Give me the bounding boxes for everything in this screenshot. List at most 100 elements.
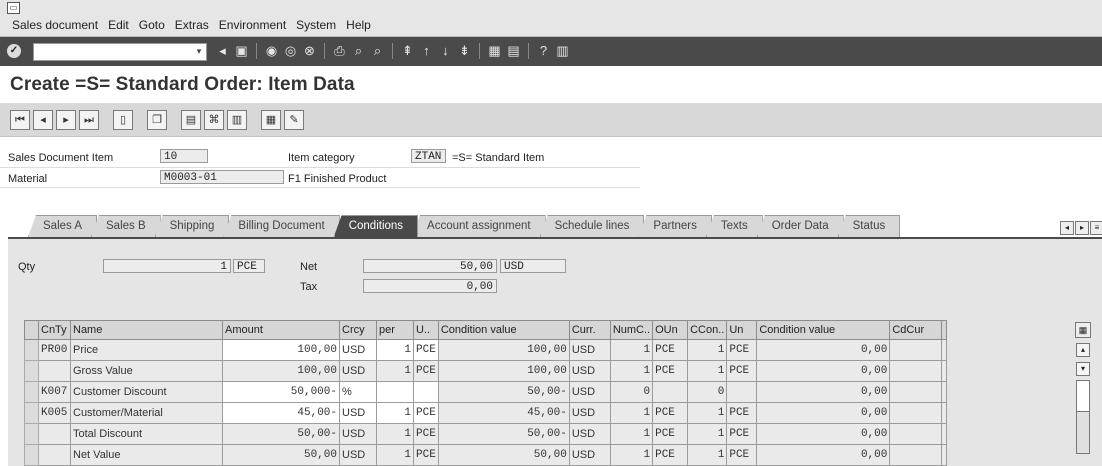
last-page-icon[interactable]: ⇟ <box>457 42 472 59</box>
menu-item[interactable]: System <box>296 18 336 32</box>
table-cell[interactable]: 50,000- <box>222 381 340 403</box>
command-input[interactable] <box>34 47 190 61</box>
column-header[interactable]: per <box>376 320 414 340</box>
select-all-cell[interactable] <box>24 320 39 340</box>
tab-account-assignment[interactable]: Account assignment <box>412 215 546 237</box>
change-history-icon[interactable]: ✎ <box>284 110 304 130</box>
table-row[interactable]: Total Discount 50,00- USD 1 PCE 50,00- USD 1 PCE… <box>24 423 948 445</box>
back-arrow-icon[interactable]: ◂ <box>215 42 230 59</box>
scroll-track[interactable] <box>1076 380 1090 454</box>
qty-unit-field[interactable]: PCE <box>233 259 265 273</box>
save-icon[interactable]: ▣ <box>234 42 249 59</box>
column-header[interactable]: Un <box>726 320 758 340</box>
table-vertical-scrollbar[interactable]: ▦ ▴ ▾ <box>1075 322 1091 464</box>
column-header[interactable]: Curr. <box>568 320 611 340</box>
scroll-up-icon[interactable]: ▴ <box>1076 343 1090 357</box>
row-selector[interactable] <box>24 360 39 382</box>
display-document-flow-icon[interactable]: ⌘ <box>204 110 224 130</box>
table-row[interactable]: Net Value 50,00 USD 1 PCE 50,00 USD 1 PCE 1 PCE 0,0… <box>24 444 948 466</box>
command-history-icon[interactable]: ▾ <box>194 45 204 58</box>
tab-shipping[interactable]: Shipping <box>154 215 230 237</box>
menu-item[interactable]: Sales document <box>12 18 98 32</box>
material-field[interactable]: M0003-01 <box>160 170 284 184</box>
table-row[interactable]: K005 Customer/Material 45,00- USD 1 PCE 45,00-… <box>24 402 948 424</box>
table-cell[interactable] <box>376 381 414 403</box>
menu-item[interactable]: Environment <box>219 18 286 32</box>
table-cell[interactable]: 1 <box>376 339 414 361</box>
column-header[interactable]: Condition value <box>756 320 891 340</box>
menu-item[interactable]: Help <box>346 18 371 32</box>
scroll-thumb[interactable] <box>1077 381 1089 412</box>
previous-page-icon[interactable]: ↑ <box>419 42 434 59</box>
next-page-icon[interactable]: ↓ <box>438 42 453 59</box>
tab-scroll-right-icon[interactable]: ▸ <box>1075 221 1089 235</box>
copy-icon[interactable]: ❐ <box>147 110 167 130</box>
column-header[interactable]: U.. <box>413 320 439 340</box>
column-header[interactable]: Crcy <box>339 320 377 340</box>
tab-billing-document[interactable]: Billing Document <box>223 215 340 237</box>
table-settings-icon[interactable]: ▦ <box>1075 322 1091 338</box>
tab-scroll-left-icon[interactable]: ◂ <box>1060 221 1074 235</box>
enter-check-icon[interactable]: ✓ <box>7 44 21 58</box>
table-cell[interactable]: USD <box>339 402 377 424</box>
help-icon[interactable]: ? <box>536 42 551 59</box>
tab-schedule-lines[interactable]: Schedule lines <box>539 215 645 237</box>
layout-menu-icon[interactable]: ▥ <box>555 42 570 59</box>
last-item-icon[interactable]: ⏭ <box>79 110 99 130</box>
back-icon[interactable]: ◉ <box>264 42 279 59</box>
find-icon[interactable]: ⌕ <box>351 42 366 59</box>
row-selector[interactable] <box>24 381 39 403</box>
tab-sales-b[interactable]: Sales B <box>91 215 161 237</box>
scroll-down-icon[interactable]: ▾ <box>1076 362 1090 376</box>
table-row[interactable]: PR00 Price 100,00 USD 1 PCE 100,00 USD 1 PCE 1 PCE 0… <box>24 339 948 361</box>
column-header[interactable]: OUn <box>652 320 689 340</box>
sales-doc-item-field[interactable]: 10 <box>160 149 208 163</box>
tab-list-icon[interactable]: ≡ <box>1090 221 1102 235</box>
cancel-icon[interactable]: ⊗ <box>302 42 317 59</box>
menu-item[interactable]: Goto <box>139 18 165 32</box>
table-cell[interactable]: PCE <box>413 402 439 424</box>
column-header[interactable]: Name <box>70 320 223 340</box>
tab-sales-a[interactable]: Sales A <box>28 215 97 237</box>
command-field[interactable]: ▾ <box>33 43 207 61</box>
condition-analysis-icon[interactable]: ▦ <box>261 110 281 130</box>
row-selector[interactable] <box>24 444 39 466</box>
table-row[interactable]: Gross Value 100,00 USD 1 PCE 100,00 USD 1 PCE 1 PC… <box>24 360 948 382</box>
table-cell[interactable] <box>413 381 439 403</box>
first-item-icon[interactable]: ⏮ <box>10 110 30 130</box>
row-selector[interactable] <box>24 339 39 361</box>
previous-item-icon[interactable]: ◂ <box>33 110 53 130</box>
exit-icon[interactable]: ◎ <box>283 42 298 59</box>
item-category-field[interactable]: ZTAN <box>411 149 446 163</box>
tab-conditions[interactable]: Conditions <box>333 215 419 237</box>
table-cell[interactable]: PCE <box>413 339 439 361</box>
tab-partners[interactable]: Partners <box>638 215 712 237</box>
first-page-icon[interactable]: ⇞ <box>400 42 415 59</box>
row-selector[interactable] <box>24 423 39 445</box>
column-header[interactable]: CnTy <box>38 320 71 340</box>
menu-item[interactable]: Edit <box>108 18 129 32</box>
header-details-icon[interactable]: ▤ <box>181 110 201 130</box>
delete-icon[interactable]: ▯ <box>113 110 133 130</box>
column-header[interactable]: CdCur <box>889 320 943 340</box>
table-cell[interactable]: 100,00 <box>222 339 340 361</box>
qty-field[interactable]: 1 <box>103 259 231 273</box>
row-selector[interactable] <box>24 402 39 424</box>
table-cell[interactable]: USD <box>339 339 377 361</box>
tab-order-data[interactable]: Order Data <box>756 215 844 237</box>
window-menu-icon[interactable]: ▭ <box>7 2 20 14</box>
table-row[interactable]: K007 Customer Discount 50,000-% 50,00- USD 0 0… <box>24 381 948 403</box>
table-cell[interactable]: 45,00- <box>222 402 340 424</box>
find-next-icon[interactable]: ⌕ <box>370 42 385 59</box>
print-icon[interactable]: ⎙ <box>332 42 347 59</box>
status-overview-icon[interactable]: ▥ <box>227 110 247 130</box>
table-cell[interactable]: % <box>339 381 377 403</box>
column-header[interactable]: NumC.. <box>609 320 654 340</box>
menu-item[interactable]: Extras <box>175 18 209 32</box>
column-header[interactable]: CCon.. <box>687 320 728 340</box>
create-session-icon[interactable]: ▦ <box>487 42 502 59</box>
next-item-icon[interactable]: ▸ <box>56 110 76 130</box>
table-cell[interactable]: 1 <box>376 402 414 424</box>
column-header[interactable]: Condition value <box>437 320 570 340</box>
tab-status[interactable]: Status <box>837 215 901 237</box>
